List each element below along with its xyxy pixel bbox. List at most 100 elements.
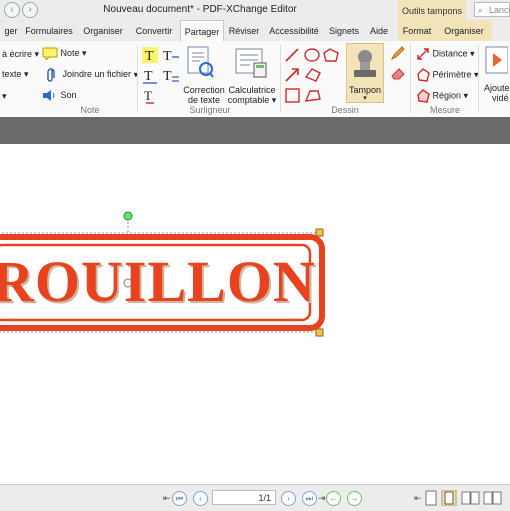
insert-text-icon: T — [144, 89, 154, 104]
first-page-icon[interactable]: ⏮ — [172, 491, 187, 506]
eraser-button[interactable] — [390, 65, 406, 81]
tab-signets[interactable]: Signets — [328, 20, 360, 41]
rotate-handle — [123, 211, 133, 221]
calculator-line-1: Calculatrice — [228, 85, 276, 95]
sound-button[interactable]: Son — [42, 89, 77, 102]
window-title: Nouveau document* - PDF-XChange Editor — [103, 4, 297, 15]
previous-page-icon[interactable]: ‹ — [193, 491, 208, 506]
scroll-left-icon[interactable]: ⇤ — [163, 493, 171, 504]
tab-convertir[interactable]: Convertir — [132, 20, 176, 41]
measure-group-label: Mesure — [429, 105, 460, 115]
attach-file-label: Joindre un fichier — [62, 69, 132, 80]
contextual-tab-header: Outils tampons — [398, 0, 466, 20]
svg-text:T: T — [145, 49, 154, 63]
page-number-value: 1/1 — [258, 493, 271, 503]
resize-handle-bottom-right — [315, 328, 324, 337]
polyline-icon[interactable] — [304, 90, 321, 102]
strikeout-icon: T — [163, 49, 179, 63]
group-divider — [137, 45, 138, 113]
correction-label: Correction de texte — [182, 85, 226, 105]
page-number-input[interactable]: 1/1 — [212, 490, 276, 505]
text-box-button[interactable]: texte ▾ — [2, 69, 29, 80]
continuous-page-icon[interactable] — [441, 490, 457, 506]
correction-line-2: de texte — [187, 95, 221, 105]
layout-menu-icon[interactable]: ⇤ — [414, 493, 422, 504]
sound-label: Son — [60, 89, 77, 100]
ellipse-icon[interactable] — [304, 48, 320, 62]
document-tab-bar — [0, 117, 510, 144]
video-icon — [485, 46, 508, 74]
search-input[interactable]: ⌕ Lance — [474, 2, 510, 17]
rectangle-icon[interactable] — [285, 88, 300, 103]
eraser-icon — [391, 68, 405, 80]
ribbon-tabs: ger Formulaires Organiser Convertir Part… — [0, 20, 510, 42]
distance-label: Distance — [432, 48, 468, 59]
tab-formulaires[interactable]: Formulaires — [24, 20, 74, 41]
highlight-group-label: Surligneur — [189, 105, 231, 115]
calculator-button[interactable] — [234, 45, 268, 81]
strikeout-text-button[interactable]: T — [162, 47, 180, 63]
area-button[interactable]: Région ▾ — [416, 89, 468, 103]
note-button[interactable]: Note ▾ — [42, 47, 87, 60]
group-divider — [410, 45, 411, 113]
tab-reviser[interactable]: Réviser — [228, 20, 260, 41]
tab-gerer[interactable]: ger — [0, 20, 22, 41]
attach-file-button[interactable]: Joindre un fichier ▾ — [46, 68, 138, 82]
group-divider — [478, 45, 479, 113]
calculator-line-2: comptable ▾ — [227, 95, 277, 105]
sticky-note-icon — [42, 47, 58, 60]
next-page-icon[interactable]: › — [281, 491, 296, 506]
add-video-button[interactable] — [484, 45, 508, 75]
add-video-line-1: Ajoute — [484, 83, 510, 93]
pencil-button[interactable] — [390, 45, 406, 61]
add-video-line-2: vidé — [492, 93, 509, 103]
search-icon: ⌕ — [478, 5, 484, 15]
history-forward-icon[interactable]: → — [347, 491, 362, 506]
correction-button[interactable] — [186, 45, 214, 81]
polygon-icon[interactable] — [323, 48, 339, 62]
scroll-right-icon[interactable]: ⇥ — [318, 493, 326, 504]
page-layout-buttons — [425, 490, 502, 506]
history-back-icon[interactable]: ← — [326, 491, 341, 506]
continuous-facing-icon[interactable] — [483, 491, 502, 505]
insert-text-button[interactable]: T — [142, 89, 158, 105]
tab-format[interactable]: Format — [398, 20, 436, 41]
underline-text-button[interactable]: T — [142, 68, 158, 84]
calculator-label: Calculatrice comptable ▾ — [226, 85, 278, 105]
replace-text-button[interactable]: T — [162, 68, 180, 84]
arrow-icon[interactable] — [285, 68, 299, 82]
single-page-icon[interactable] — [425, 490, 437, 506]
facing-pages-icon[interactable] — [461, 491, 480, 505]
cloud-icon[interactable] — [304, 68, 321, 82]
document-canvas[interactable]: ROUILLON — [0, 144, 510, 484]
status-bar: ⇤ ⏮ ‹ 1/1 › ⏭ ⇥ ← → ⇤ — [0, 484, 510, 511]
last-page-icon[interactable]: ⏭ — [302, 491, 317, 506]
distance-icon — [417, 48, 429, 60]
callout-button[interactable]: ▾ — [2, 91, 7, 102]
stamp-button[interactable]: Tampon ▾ — [346, 43, 384, 103]
tab-accessibilite[interactable]: Accessibilité — [266, 20, 322, 41]
perimeter-icon — [417, 68, 430, 82]
add-video-label: Ajoute vidé — [484, 83, 510, 103]
underline-icon: T — [143, 69, 157, 84]
correction-line-1: Correction — [183, 85, 225, 95]
typewriter-button[interactable]: à écrire ▾ — [2, 49, 39, 60]
note-item-a-ecrire: à écrire — [2, 49, 33, 59]
svg-text:T: T — [144, 69, 153, 84]
resize-handle-top-right — [315, 228, 324, 237]
area-label: Région — [432, 90, 462, 101]
ribbon-panel: à écrire ▾ texte ▾ ▾ Note ▾ Joindre un f… — [0, 41, 510, 118]
chevron-down-icon: ▾ — [363, 95, 367, 102]
tab-aide[interactable]: Aide — [368, 20, 390, 41]
area-icon — [417, 89, 430, 103]
highlight-text-button[interactable]: T — [142, 47, 158, 63]
perimeter-button[interactable]: Périmètre ▾ — [416, 68, 479, 82]
line-icon[interactable] — [285, 48, 299, 62]
tab-organiser[interactable]: Organiser — [82, 20, 124, 41]
note-item-texte: texte — [2, 69, 22, 79]
tab-partager[interactable]: Partager — [180, 20, 224, 41]
tab-organiser-context[interactable]: Organiser — [436, 20, 492, 41]
distance-button[interactable]: Distance ▾ — [416, 47, 475, 61]
highlight-text-icon: T — [142, 47, 158, 63]
paperclip-icon — [47, 68, 55, 82]
